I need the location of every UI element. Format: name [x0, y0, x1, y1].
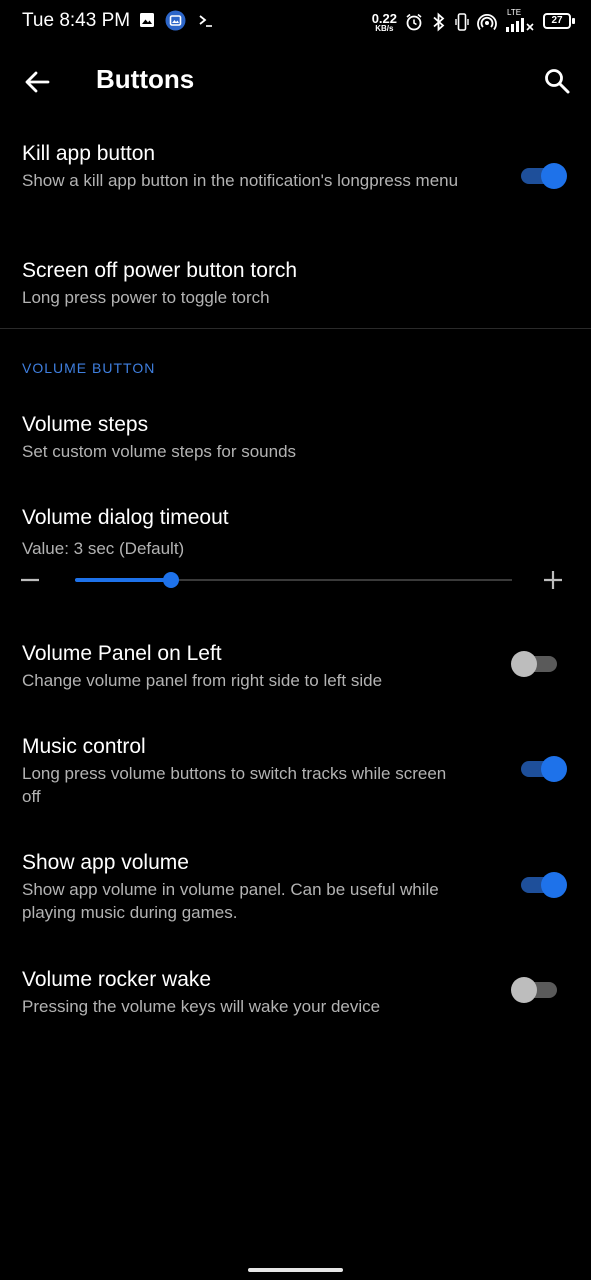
- pref-summary: Value: 3 sec (Default): [22, 539, 185, 558]
- pref-kill-app-button[interactable]: Kill app button Show a kill app button i…: [22, 141, 462, 192]
- status-icons: 0.22 KB/s LTE 27: [372, 8, 577, 36]
- status-bar: Tue 8:43 PM 0.22 KB/s LTE 27: [0, 0, 591, 44]
- pref-volume-rocker-wake[interactable]: Volume rocker wake Pressing the volume k…: [22, 967, 492, 1018]
- status-time: Tue 8:43 PM: [22, 10, 131, 31]
- pref-volume-steps[interactable]: Volume steps Set custom volume steps for…: [22, 412, 562, 463]
- pref-summary: Show app volume in volume panel. Can be …: [22, 880, 439, 922]
- music-control-toggle[interactable]: [521, 754, 567, 784]
- net-speed-value: 0.22: [371, 10, 397, 26]
- pref-summary: Change volume panel from right side to l…: [22, 671, 383, 690]
- toggle-thumb: [541, 163, 567, 189]
- volume-rocker-wake-toggle[interactable]: [511, 975, 557, 1005]
- pref-screen-off-torch[interactable]: Screen off power button torch Long press…: [22, 258, 562, 309]
- battery-icon: 27: [543, 13, 577, 31]
- pref-title: Show app volume: [22, 851, 189, 874]
- pref-title: Volume Panel on Left: [22, 642, 222, 665]
- pref-title: Music control: [22, 735, 146, 758]
- slider-thumb[interactable]: [163, 572, 180, 588]
- app-bar: Buttons: [0, 44, 591, 118]
- divider: [0, 328, 591, 329]
- category-header: VOLUME BUTTON: [22, 360, 156, 376]
- toggle-thumb: [541, 756, 567, 782]
- pref-music-control[interactable]: Music control Long press volume buttons …: [22, 734, 462, 808]
- volume-panel-left-toggle[interactable]: [511, 649, 557, 679]
- pref-title: Volume dialog timeout: [22, 506, 229, 529]
- alarm-icon: [406, 13, 422, 31]
- toggle-thumb: [511, 651, 537, 677]
- pref-title: Volume rocker wake: [22, 968, 212, 991]
- bluetooth-icon: [433, 12, 445, 32]
- volume-timeout-slider[interactable]: [75, 572, 512, 588]
- pref-volume-panel-left[interactable]: Volume Panel on Left Change volume panel…: [22, 641, 492, 692]
- arrow-left-icon[interactable]: [22, 67, 52, 97]
- pref-summary: Long press volume buttons to switch trac…: [22, 764, 447, 806]
- pref-show-app-volume[interactable]: Show app volume Show app volume in volum…: [22, 850, 492, 924]
- terminal-icon: [199, 15, 212, 27]
- net-speed-unit: KB/s: [375, 23, 394, 33]
- pref-title: Volume steps: [22, 413, 149, 436]
- app-badge-icon: [165, 10, 186, 31]
- battery-level: 27: [551, 15, 563, 26]
- show-app-volume-toggle[interactable]: [521, 870, 567, 900]
- pref-title: Kill app button: [22, 142, 156, 165]
- pref-summary: Set custom volume steps for sounds: [22, 442, 297, 461]
- net-speed: 0.22 KB/s: [372, 12, 397, 33]
- search-icon[interactable]: [543, 67, 571, 95]
- pref-summary: Show a kill app button in the notificati…: [22, 171, 459, 190]
- signal-icon: LTE: [505, 8, 535, 34]
- pref-volume-dialog-timeout: Volume dialog timeout Value: 3 sec (Defa…: [22, 505, 562, 560]
- page-title: Buttons: [96, 64, 195, 94]
- pref-title: Screen off power button torch: [22, 259, 298, 282]
- gesture-nav-handle[interactable]: [248, 1268, 343, 1272]
- image-icon: [140, 13, 154, 27]
- pref-summary: Long press power to toggle torch: [22, 288, 270, 307]
- pref-summary: Pressing the volume keys will wake your …: [22, 997, 381, 1016]
- toggle-thumb: [511, 977, 537, 1003]
- hotspot-icon: [477, 14, 497, 31]
- vibrate-icon: [455, 13, 469, 31]
- plus-icon[interactable]: [543, 570, 563, 590]
- slider-fill: [75, 578, 172, 582]
- kill-app-toggle[interactable]: [521, 161, 567, 191]
- toggle-thumb: [541, 872, 567, 898]
- minus-icon[interactable]: [20, 570, 40, 590]
